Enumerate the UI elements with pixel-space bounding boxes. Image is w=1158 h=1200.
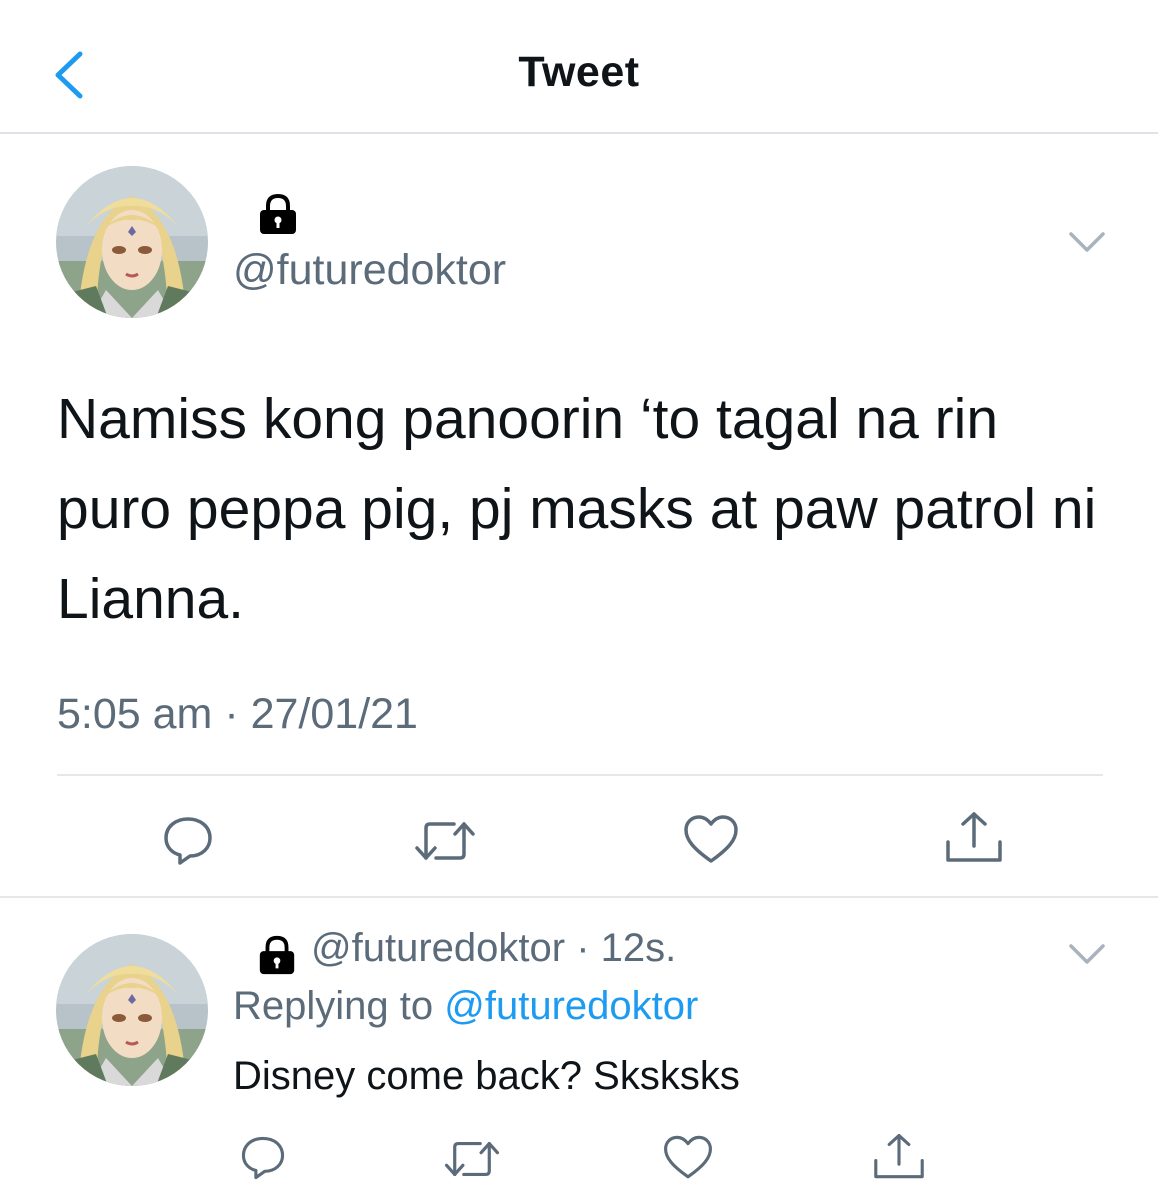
avatar[interactable] (56, 934, 208, 1086)
replying-to-line: Replying to @futuredoktor (233, 984, 698, 1029)
share-icon[interactable] (872, 1132, 926, 1182)
top-nav-bar: Tweet (0, 0, 1158, 134)
replying-to-label: Replying to (233, 984, 434, 1028)
divider (0, 896, 1158, 898)
retweet-icon[interactable] (412, 816, 478, 866)
lock-icon (260, 193, 296, 234)
divider (57, 774, 1103, 776)
avatar[interactable] (56, 166, 208, 318)
reply-text: Disney come back? Sksksks (233, 1054, 740, 1098)
like-icon[interactable] (662, 1134, 714, 1182)
chevron-down-icon[interactable] (1068, 942, 1106, 966)
retweet-icon[interactable] (442, 1136, 502, 1182)
reply-icon[interactable] (238, 1134, 288, 1182)
reply-author-handle[interactable]: @futuredoktor (311, 926, 565, 970)
tweet-author-handle[interactable]: @futuredoktor (233, 246, 506, 295)
like-icon[interactable] (682, 814, 740, 866)
reply-time: · 12s. (576, 926, 677, 970)
replying-to-mention[interactable]: @futuredoktor (444, 984, 698, 1028)
reply-author-meta[interactable]: @futuredoktor · 12s. (311, 926, 676, 971)
tweet-detail-screen: Tweet @futuredoktor Namiss kong panoorin… (0, 0, 1158, 1200)
lock-icon (259, 935, 295, 975)
tweet-timestamp[interactable]: 5:05 am · 27/01/21 (57, 690, 418, 739)
page-title: Tweet (518, 48, 640, 96)
tweet-text: Namiss kong panoorin ‘to tagal na rin pu… (57, 387, 1097, 631)
reply-icon[interactable] (160, 814, 216, 868)
share-icon[interactable] (944, 810, 1004, 866)
chevron-down-icon[interactable] (1068, 230, 1106, 254)
